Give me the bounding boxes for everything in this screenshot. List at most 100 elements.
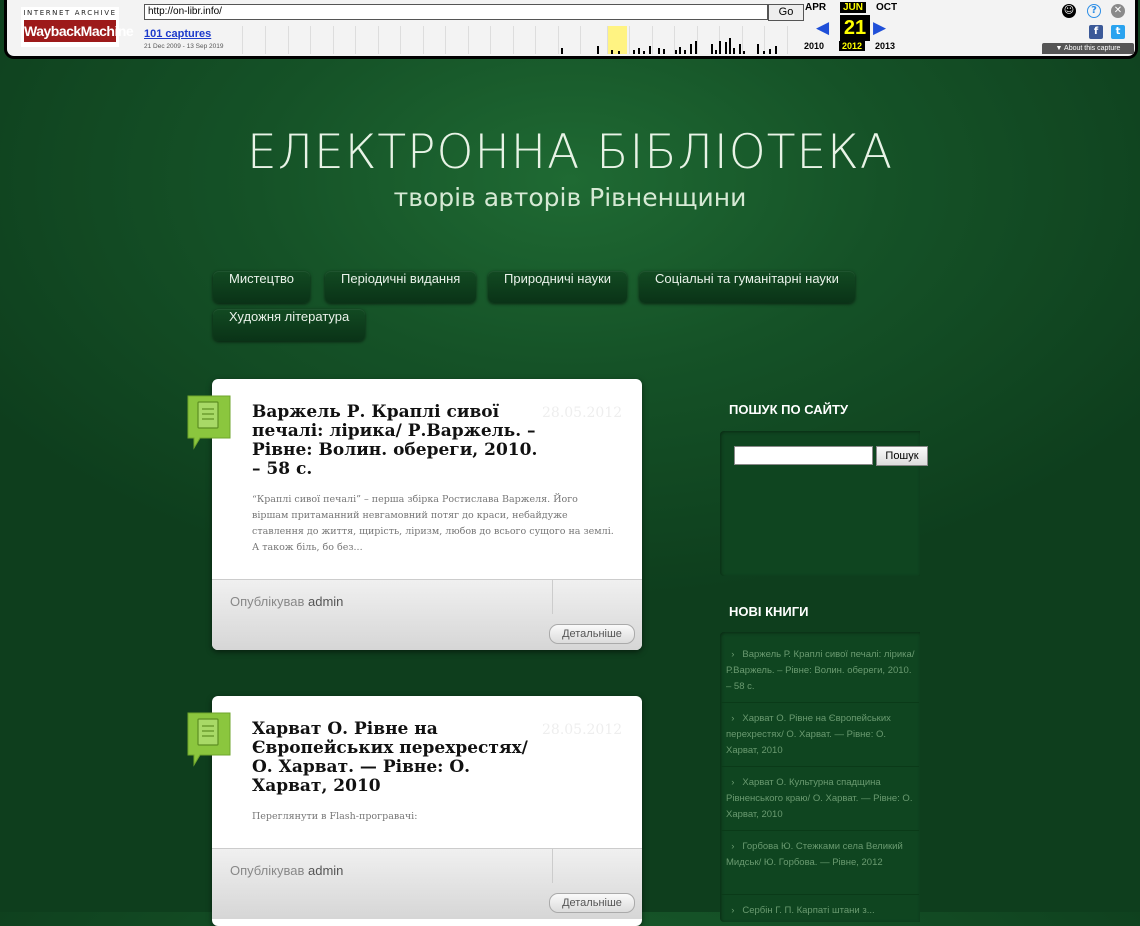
search-input[interactable] xyxy=(734,446,873,465)
post-meta: Опублікував admin Детальніше xyxy=(212,848,642,919)
sparkline-bar xyxy=(618,51,620,54)
about-capture-button[interactable]: ▼ About this capture xyxy=(1042,43,1134,54)
wayback-url-input[interactable]: http://on-libr.info/ xyxy=(144,4,768,20)
book-link[interactable]: › Харват О. Рівне на Європейських перехр… xyxy=(726,711,918,759)
sparkline-divider xyxy=(558,26,559,54)
sparkline-bar xyxy=(561,48,563,54)
read-more-button[interactable]: Детальніше xyxy=(549,893,635,913)
post-title[interactable]: Харват О. Рівне на Європейських перехрес… xyxy=(252,720,542,796)
post-excerpt: Переглянути в Flash-програвачі: xyxy=(252,811,418,822)
sparkline-bar xyxy=(679,47,681,54)
capture-day: 21 xyxy=(840,15,870,41)
sparkline-bar xyxy=(757,44,759,54)
sparkline-divider xyxy=(607,26,608,54)
nav-item-natural-sciences[interactable]: Природничі науки xyxy=(488,271,628,303)
about-capture-label: About this capture xyxy=(1064,45,1121,52)
sparkline-bar xyxy=(658,48,660,54)
sparkline-bar xyxy=(739,44,741,54)
sparkline-bar xyxy=(611,50,613,54)
book-title: Харват О. Рівне на Європейських перехрес… xyxy=(726,713,891,756)
sparkline-bar xyxy=(729,38,731,54)
search-button[interactable]: Пошук xyxy=(876,446,928,466)
sparkline-divider xyxy=(580,26,581,54)
author-prefix: Опублікував xyxy=(230,594,305,609)
month-prev[interactable]: APR xyxy=(805,2,826,13)
book-title: Сербін Г. П. Карпаті штани з... xyxy=(742,905,875,916)
next-capture-arrow-icon[interactable]: ▶ xyxy=(873,18,886,38)
site-subtitle: творів авторів Рівненщини xyxy=(393,183,747,212)
sparkline-bar xyxy=(763,51,765,54)
post-author[interactable]: admin xyxy=(308,594,343,609)
wayback-go-button[interactable]: Go xyxy=(768,4,804,21)
book-divider xyxy=(721,830,919,831)
bullet-icon: › xyxy=(726,649,743,660)
book-link[interactable]: › Харват О. Культурна спадщина Рівненськ… xyxy=(726,775,918,823)
capture-sparkline[interactable] xyxy=(242,26,809,54)
bullet-icon: › xyxy=(726,713,743,724)
bullet-icon: › xyxy=(726,905,743,916)
sparkline-bar xyxy=(725,42,727,54)
sparkline-bar xyxy=(649,46,651,54)
sparkline-bar xyxy=(663,49,665,54)
read-more-button[interactable]: Детальніше xyxy=(549,624,635,644)
sparkline-bar xyxy=(775,46,777,54)
bullet-icon: › xyxy=(726,841,743,852)
sparkline-divider xyxy=(764,26,765,54)
wayback-logo-top: INTERNET ARCHIVE xyxy=(23,9,117,17)
sparkline-divider xyxy=(629,26,630,54)
close-icon[interactable]: ✕ xyxy=(1111,4,1125,18)
sparkline-divider xyxy=(513,26,514,54)
sparkline-bar xyxy=(695,41,697,54)
month-next[interactable]: OCT xyxy=(876,2,897,13)
sparkline-bar xyxy=(719,41,721,54)
sparkline-divider xyxy=(742,26,743,54)
sparkline-divider xyxy=(535,26,536,54)
sparkline-divider xyxy=(310,26,311,54)
sparkline-bar xyxy=(711,44,713,54)
help-icon[interactable]: ? xyxy=(1087,4,1101,18)
facebook-icon[interactable]: f xyxy=(1089,25,1103,39)
post-card: Варжель Р. Краплі сивої печалі: лірика/ … xyxy=(212,379,642,650)
sparkline-divider xyxy=(423,26,424,54)
document-icon xyxy=(187,395,231,450)
post-excerpt: “Краплі сивої печалі” – перша збірка Рос… xyxy=(252,494,614,553)
sparkline-divider xyxy=(445,26,446,54)
post-author[interactable]: admin xyxy=(308,863,343,878)
book-title: Харват О. Культурна спадщина Рівненськог… xyxy=(726,777,913,820)
month-current: JUN xyxy=(840,2,867,13)
nav-item-periodicals[interactable]: Періодичні видання xyxy=(325,271,477,303)
year-next[interactable]: 2013 xyxy=(875,41,895,51)
bullet-icon: › xyxy=(726,777,743,788)
sparkline-divider xyxy=(288,26,289,54)
book-divider xyxy=(721,894,919,895)
wayback-logo[interactable]: INTERNET ARCHIVE WaybackMachine xyxy=(21,7,134,47)
sparkline-divider xyxy=(490,26,491,54)
book-link[interactable]: › Горбова Ю. Стежками села Великий Мидсь… xyxy=(726,839,918,871)
book-link[interactable]: › Сербін Г. П. Карпаті штани з... xyxy=(726,903,918,919)
post-date: 28.05.2012 xyxy=(542,405,623,421)
author-prefix: Опублікував xyxy=(230,863,305,878)
captures-link[interactable]: 101 captures xyxy=(144,28,211,40)
sparkline-divider xyxy=(355,26,356,54)
capture-range: 21 Dec 2009 - 13 Sep 2019 xyxy=(144,43,224,50)
user-icon[interactable]: ☺ xyxy=(1062,4,1076,18)
site-title[interactable]: ЕЛЕКТРОННА БІБЛІОТЕКА xyxy=(0,125,1140,180)
sparkline-bar xyxy=(638,48,640,54)
post-card: Харват О. Рівне на Європейських перехрес… xyxy=(212,696,642,926)
twitter-icon[interactable]: t xyxy=(1111,25,1125,39)
wayback-toolbar-panel: INTERNET ARCHIVE WaybackMachine http://o… xyxy=(6,0,1136,57)
prev-capture-arrow-icon[interactable]: ◀ xyxy=(816,18,829,38)
sparkline-divider xyxy=(468,26,469,54)
nav-item-fiction[interactable]: Художня література xyxy=(213,309,366,341)
nav-item-social-humanities[interactable]: Соціальні та гуманітарні науки xyxy=(639,271,855,303)
sparkline-divider xyxy=(652,26,653,54)
sparkline-bar xyxy=(633,50,635,54)
book-link[interactable]: › Варжель Р. Краплі сивої печалі: лірика… xyxy=(726,647,918,695)
post-title[interactable]: Варжель Р. Краплі сивої печалі: лірика/ … xyxy=(252,403,542,479)
sparkline-divider xyxy=(697,26,698,54)
sparkline-divider xyxy=(787,26,788,54)
year-prev[interactable]: 2010 xyxy=(804,41,824,51)
nav-item-art[interactable]: Мистецтво xyxy=(213,271,311,303)
book-divider xyxy=(721,702,919,703)
book-divider xyxy=(721,766,919,767)
